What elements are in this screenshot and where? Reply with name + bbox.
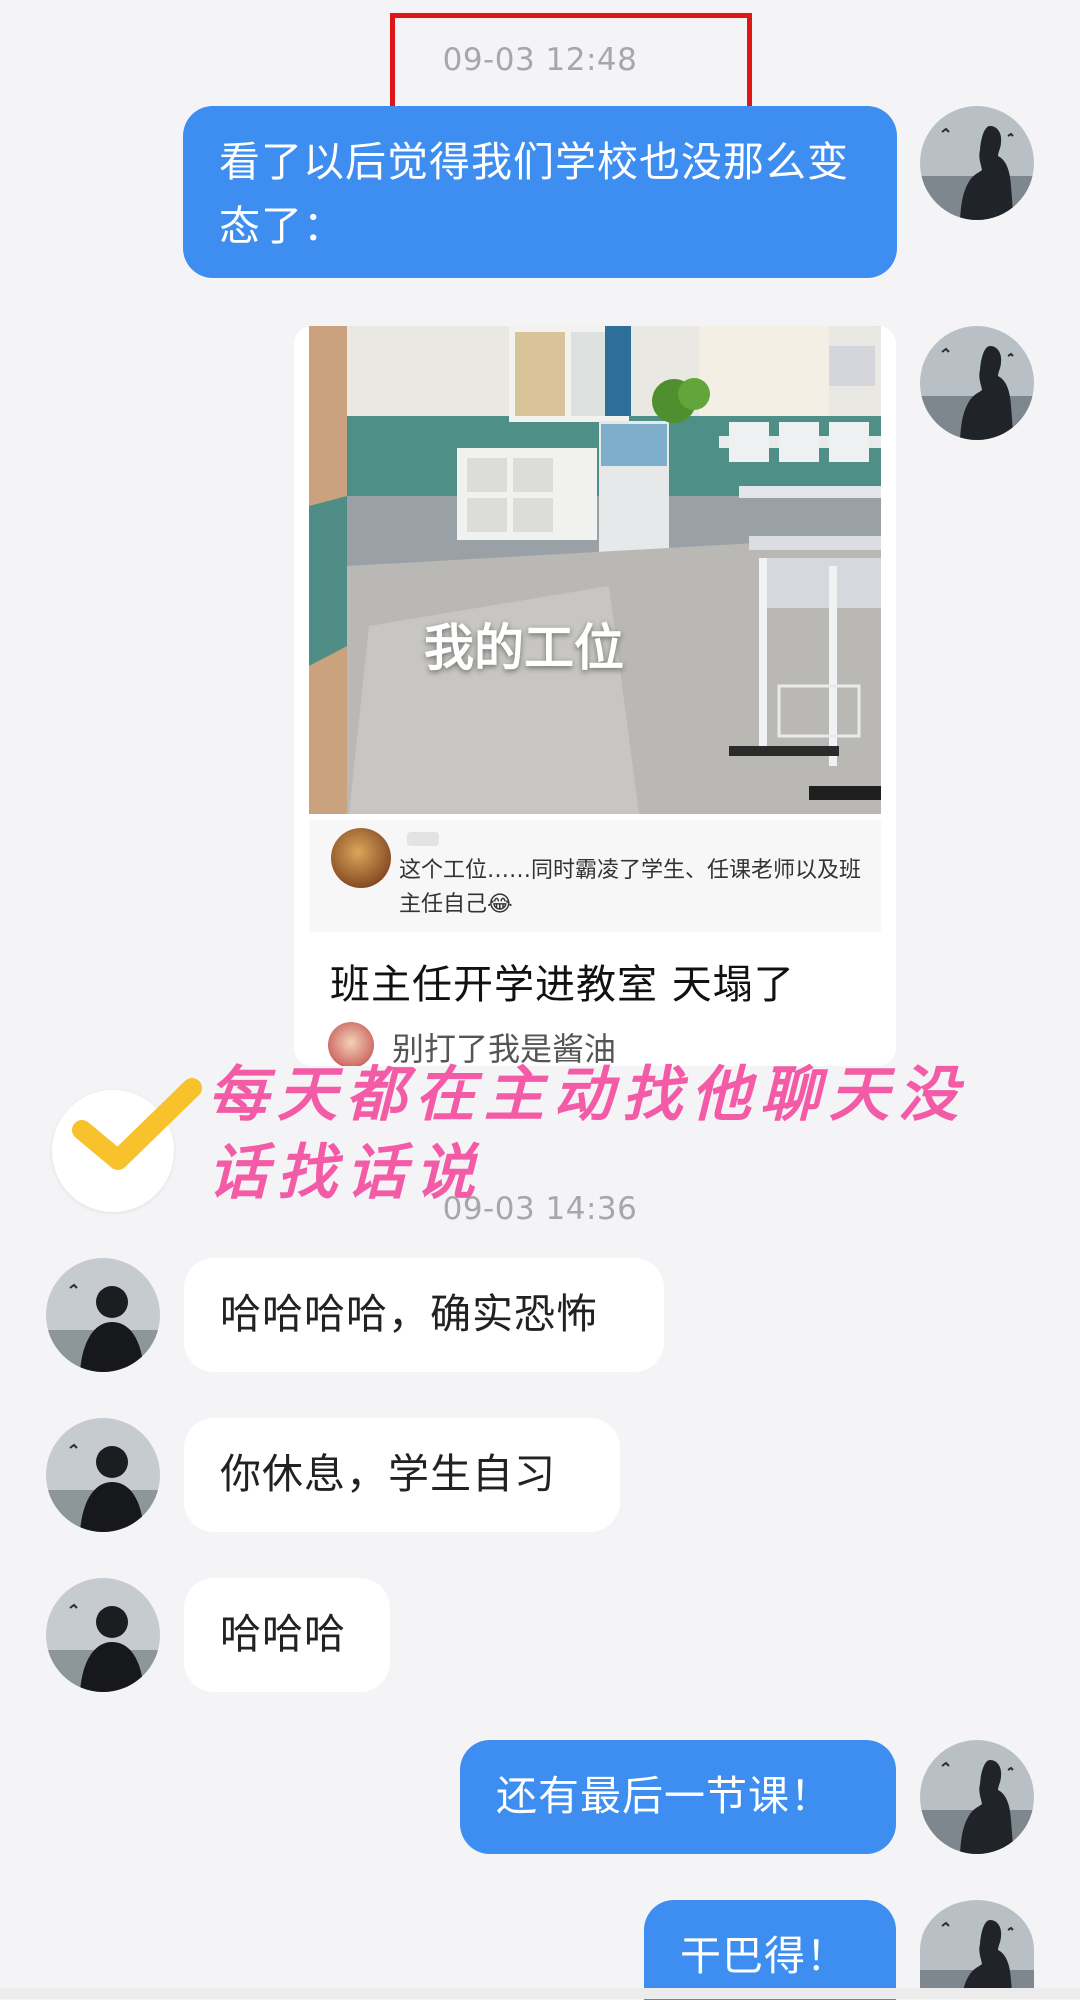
avatar-image [920,1900,1034,1999]
my-avatar[interactable] [920,106,1034,220]
my-avatar[interactable] [920,326,1034,440]
incoming-message[interactable]: 哈哈哈哈，确实恐怖 [184,1258,664,1372]
avatar-image [920,106,1034,220]
checkmark-icon [72,1078,202,1170]
contact-avatar[interactable] [46,1578,160,1692]
message-text: 哈哈哈哈，确实恐怖 [220,1290,598,1338]
image-caption: 我的工位 [424,619,624,677]
contact-avatar[interactable] [46,1418,160,1532]
shared-post-card[interactable]: 我的工位 这个工位……同时霸凌了学生、任课老师以及班主任自己😂 班主任开学进教室… [294,326,896,1066]
message-text: 干巴得！ [680,1932,848,1980]
commenter-avatar [331,828,391,888]
post-image[interactable]: 我的工位 [309,326,881,814]
my-avatar[interactable] [920,1740,1034,1854]
avatar-image [46,1258,160,1372]
contact-avatar[interactable] [46,1258,160,1372]
outgoing-message[interactable]: 干巴得！ [644,1900,896,2000]
screen-bottom-edge [0,1988,1080,1999]
avatar-image [46,1578,160,1692]
post-comment: 这个工位……同时霸凌了学生、任课老师以及班主任自己😂 [309,820,881,932]
classroom-photo [309,326,881,814]
avatar-image [920,1740,1034,1854]
comment-text: 这个工位……同时霸凌了学生、任课老师以及班主任自己😂 [399,858,862,917]
message-text: 哈哈哈 [220,1610,346,1658]
message-text: 你休息，学生自习 [220,1450,556,1498]
avatar-image [46,1418,160,1532]
overlay-caption: 每天都在主动找他聊天没话找话说 [208,1060,967,1208]
incoming-message[interactable]: 你休息，学生自习 [184,1418,620,1532]
my-avatar[interactable] [920,1900,1034,1999]
outgoing-message[interactable]: 还有最后一节课！ [460,1740,896,1854]
commenter-name-blurred [407,832,439,846]
incoming-message[interactable]: 哈哈哈 [184,1578,390,1692]
message-text: 还有最后一节课！ [496,1772,832,1820]
message-text: 看了以后觉得我们学校也没那么变态了： [219,138,849,250]
outgoing-message[interactable]: 看了以后觉得我们学校也没那么变态了： [183,106,897,278]
post-title[interactable]: 班主任开学进教室 天塌了 [330,952,795,1010]
avatar-image [920,326,1034,440]
